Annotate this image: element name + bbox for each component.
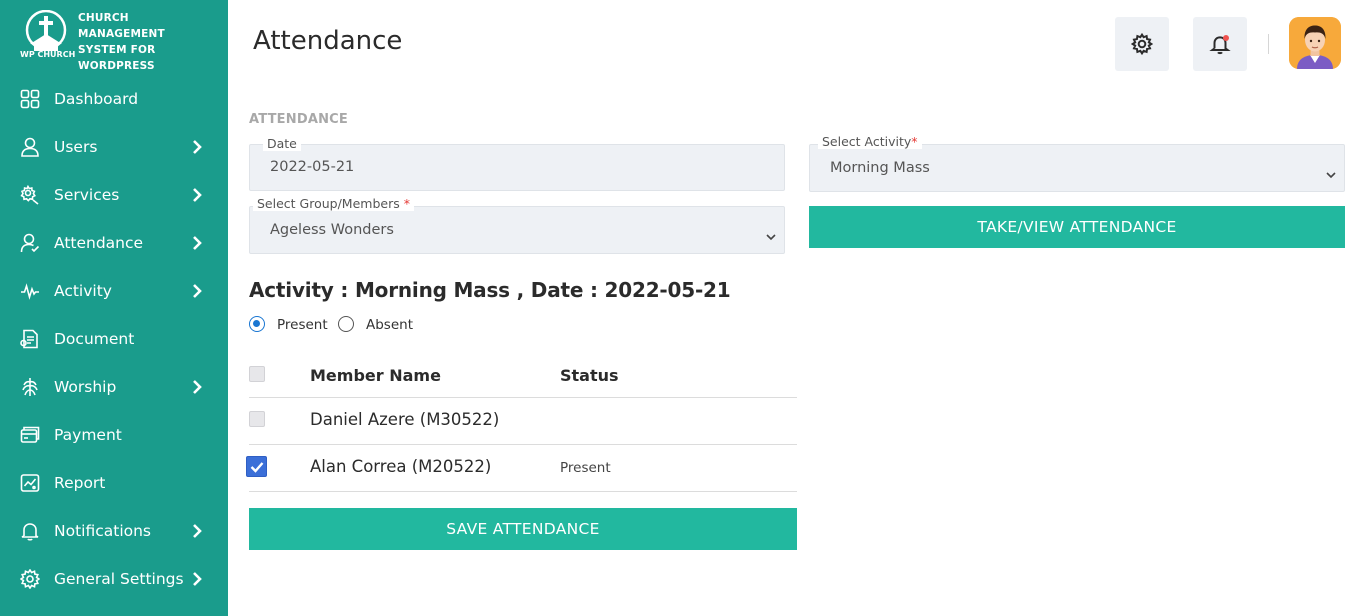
page-title: Attendance [253, 26, 403, 56]
date-value: 2022-05-21 [270, 159, 355, 175]
chevron-right-icon [190, 139, 204, 155]
member-name: Alan Correa (M20522) [310, 457, 492, 476]
activity-select[interactable]: Morning Mass [809, 144, 1345, 192]
sidebar-item-label: Activity [54, 282, 112, 300]
chevron-right-icon [190, 283, 204, 299]
table-divider [249, 444, 797, 445]
notification-dot [1223, 35, 1229, 41]
bell-icon [20, 521, 40, 541]
group-label: Select Group/Members * [253, 196, 414, 211]
app: WP CHURCH CHURCH MANAGEMENT SYSTEM FOR W… [0, 0, 1365, 616]
absent-radio[interactable] [338, 316, 354, 332]
sidebar-item-label: Document [54, 330, 135, 348]
attendance-icon [20, 233, 40, 253]
sidebar-item-label: Notifications [54, 522, 152, 540]
services-icon [20, 185, 40, 205]
avatar[interactable] [1289, 17, 1341, 69]
sidebar-item-label: Payment [54, 426, 122, 444]
chevron-right-icon [190, 235, 204, 251]
required-mark: * [911, 134, 918, 149]
sidebar-item-label: General Settings [54, 570, 184, 588]
brand[interactable]: WP CHURCH CHURCH MANAGEMENT SYSTEM FOR W… [18, 9, 218, 72]
chevron-down-icon [1326, 164, 1336, 179]
gear-icon [20, 569, 40, 589]
brand-logo-text: WP CHURCH [20, 50, 76, 59]
sidebar-item-notifications[interactable]: Notifications [0, 507, 228, 555]
present-radio-label[interactable]: Present [277, 317, 328, 333]
activity-label: Select Activity* [818, 134, 922, 149]
activity-icon [20, 281, 40, 301]
chevron-down-icon [766, 226, 776, 241]
sidebar-item-attendance[interactable]: Attendance [0, 219, 228, 267]
group-label-text: Select Group/Members [257, 196, 404, 211]
sidebar-item-payment[interactable]: Payment [0, 411, 228, 459]
chevron-right-icon [190, 571, 204, 587]
save-attendance-button[interactable]: SAVE ATTENDANCE [249, 508, 797, 550]
column-header-member-name: Member Name [310, 366, 441, 385]
sidebar-item-label: Attendance [54, 234, 144, 252]
user-avatar-icon [1289, 17, 1341, 69]
row-checkbox[interactable] [249, 411, 265, 427]
sidebar-item-users[interactable]: Users [0, 123, 228, 171]
table-divider [249, 491, 797, 492]
payment-icon [20, 425, 40, 445]
group-value: Ageless Wonders [270, 222, 394, 238]
present-radio[interactable] [249, 316, 265, 332]
column-header-status: Status [560, 366, 619, 385]
activity-label-text: Select Activity [822, 134, 912, 149]
sidebar-item-activity[interactable]: Activity [0, 267, 228, 315]
date-field[interactable]: 2022-05-21 [249, 144, 785, 191]
sidebar-item-label: Users [54, 138, 98, 156]
sidebar-item-worship[interactable]: Worship [0, 363, 228, 411]
absent-radio-label[interactable]: Absent [366, 317, 413, 333]
sidebar-item-general-settings[interactable]: General Settings [0, 555, 228, 603]
row-checkbox[interactable] [246, 456, 267, 477]
activity-heading: Activity : Morning Mass , Date : 2022-05… [249, 278, 731, 302]
church-logo-icon: WP CHURCH [20, 9, 76, 60]
check-icon [250, 462, 264, 473]
notifications-button[interactable] [1193, 17, 1247, 71]
section-label: ATTENDANCE [249, 112, 348, 127]
sidebar-item-document[interactable]: Document [0, 315, 228, 363]
gear-icon [1131, 33, 1153, 55]
chevron-right-icon [190, 379, 204, 395]
header-divider [1268, 34, 1269, 54]
group-members-select[interactable]: Ageless Wonders [249, 206, 785, 254]
sidebar-item-label: Worship [54, 378, 117, 396]
table-divider [249, 397, 797, 398]
dashboard-icon [20, 89, 40, 109]
sidebar-item-label: Dashboard [54, 90, 139, 108]
chevron-right-icon [190, 187, 204, 203]
brand-title: CHURCH MANAGEMENT SYSTEM FOR WORDPRESS [78, 12, 165, 72]
sidebar: WP CHURCH CHURCH MANAGEMENT SYSTEM FOR W… [0, 0, 228, 616]
sidebar-item-report[interactable]: Report [0, 459, 228, 507]
activity-value: Morning Mass [830, 160, 930, 176]
sidebar-item-label: Services [54, 186, 120, 204]
member-name: Daniel Azere (M30522) [310, 410, 500, 429]
worship-icon [20, 377, 40, 397]
sidebar-item-services[interactable]: Services [0, 171, 228, 219]
take-view-attendance-button[interactable]: TAKE/VIEW ATTENDANCE [809, 206, 1345, 248]
sidebar-nav: Dashboard Users Services Attendance Acti… [0, 75, 228, 603]
select-all-checkbox[interactable] [249, 366, 265, 382]
chevron-right-icon [190, 523, 204, 539]
required-mark: * [403, 196, 410, 211]
sidebar-item-label: Report [54, 474, 106, 492]
document-icon [20, 329, 40, 349]
user-icon [20, 137, 40, 157]
date-label: Date [263, 136, 301, 151]
sidebar-item-dashboard[interactable]: Dashboard [0, 75, 228, 123]
report-icon [20, 473, 40, 493]
settings-button[interactable] [1115, 17, 1169, 71]
member-status: Present [560, 460, 611, 476]
